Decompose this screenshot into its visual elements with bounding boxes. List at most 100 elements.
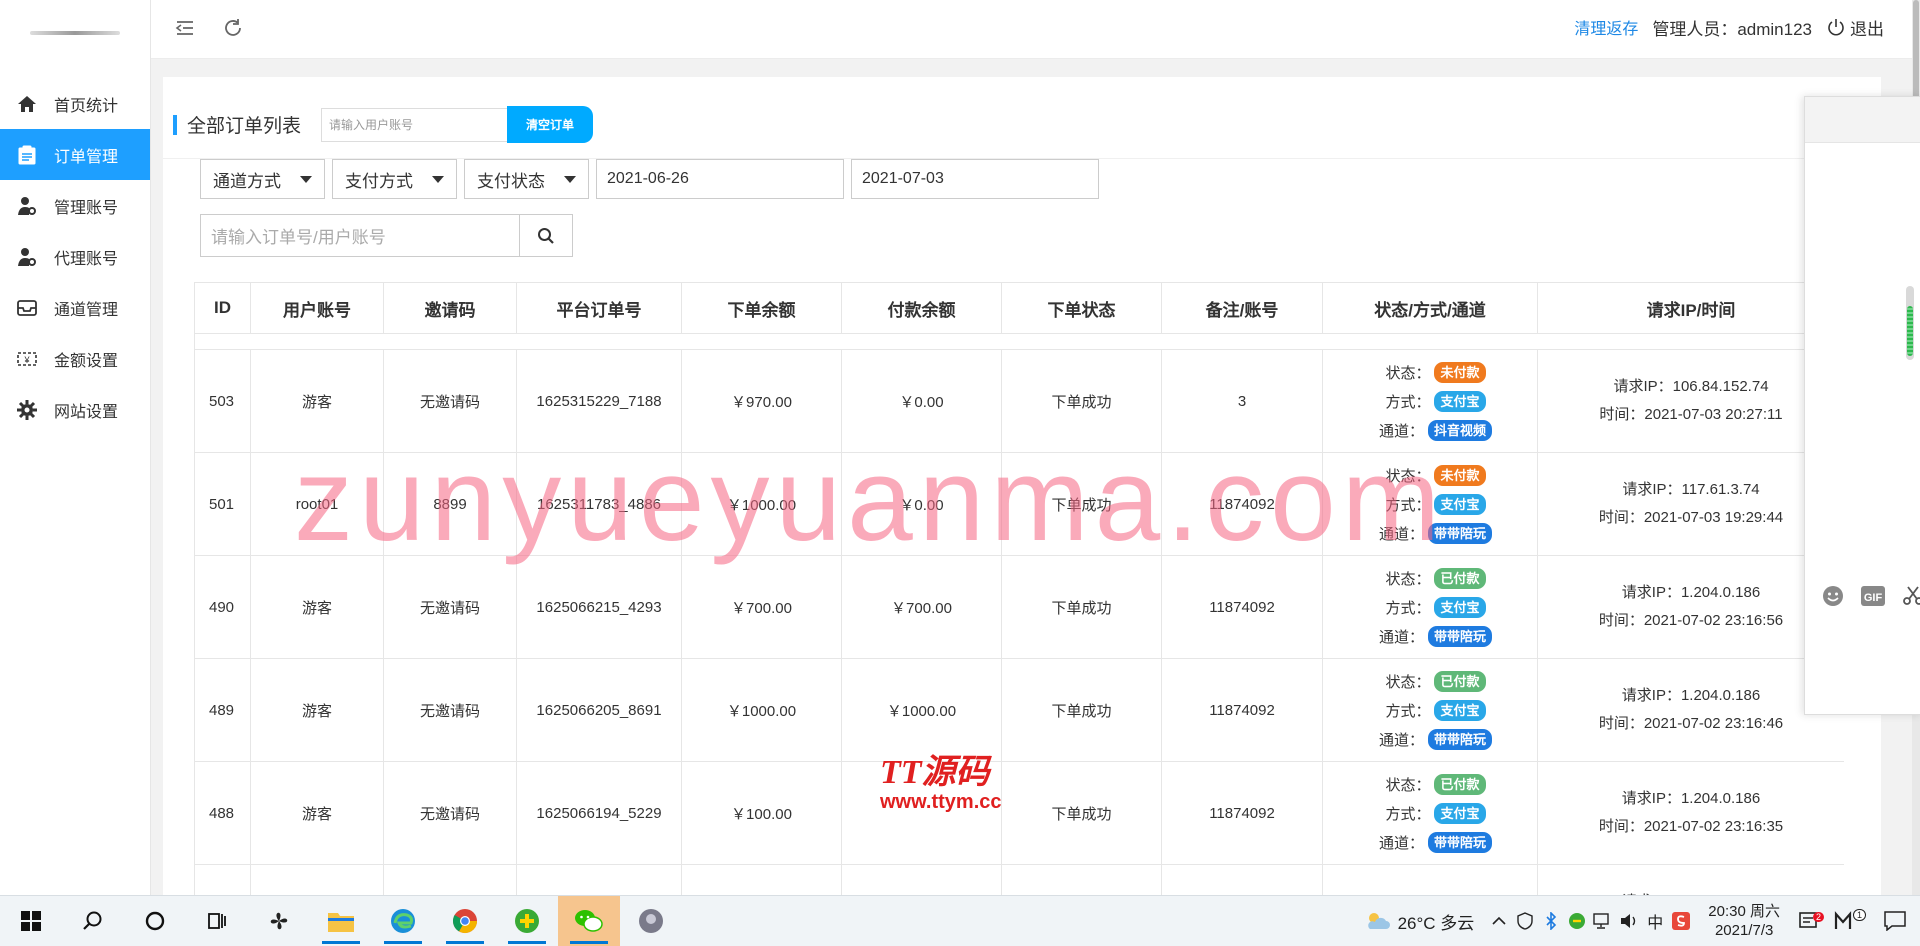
edge-browser-icon[interactable] — [372, 896, 434, 946]
cell-order-no: 1625066194_5229 — [516, 761, 682, 865]
sidebar-item-label: 网站设置 — [54, 403, 119, 421]
search-button[interactable] — [520, 214, 573, 257]
taskbar-clock[interactable]: 20:30 周六 2021/7/3 — [1708, 902, 1780, 940]
file-explorer-icon[interactable] — [310, 896, 372, 946]
action-center-icon[interactable] — [1870, 911, 1920, 931]
refresh-icon[interactable] — [219, 14, 247, 42]
m-app-tray-icon[interactable]: 1 — [1826, 909, 1870, 931]
column-header: 请求IP/时间 — [1537, 282, 1844, 334]
pinwheel-app-icon[interactable] — [248, 896, 310, 946]
cell-order-status: 下单成功 — [1001, 658, 1162, 762]
weather-widget[interactable]: 26°C 多云 — [1364, 909, 1474, 934]
chat-side-panel: GIF — [1804, 96, 1920, 715]
status-key: 状态： — [1385, 364, 1431, 382]
cell-status-method-channel: 状态： 未付款 方式： 支付宝 通道： 带带陪玩 — [1322, 452, 1538, 556]
logout-button[interactable]: 退出 — [1826, 15, 1884, 40]
cortana-icon[interactable] — [124, 896, 186, 946]
clear-cache-link[interactable]: 清理返存 — [1574, 15, 1638, 39]
sidebar-item-2[interactable]: 管理账号 — [0, 180, 150, 231]
scissors-icon[interactable] — [1893, 582, 1920, 610]
orders-table-wrap: ID 用户账号 邀请码 平台订单号 下单余额 付款余额 下单状态 备注/账号 状态/方式/通道请… — [194, 282, 1844, 895]
method-badge: 支付宝 — [1434, 699, 1486, 721]
cell-invite: 无邀请码 — [383, 658, 517, 762]
cell-ip-time: 请求IP：117.61.3.74 时间：2021-07-03 19:29:44 — [1537, 452, 1844, 556]
sidebar-item-4[interactable]: 通道管理 — [0, 282, 150, 333]
inbox-icon — [16, 297, 38, 319]
volume-icon[interactable] — [1616, 913, 1642, 929]
cell-remark: 11874092 — [1161, 658, 1323, 762]
cell-paid-amount: ￥1000.00 — [841, 658, 1002, 762]
cell-paid-amount — [841, 761, 1002, 865]
windows-start-icon[interactable] — [0, 896, 62, 946]
sync-tray-icon[interactable] — [1564, 912, 1590, 930]
taskbar-search-icon[interactable] — [62, 896, 124, 946]
cell-order-status: 下单成功 — [1001, 555, 1162, 659]
bluetooth-icon[interactable] — [1538, 912, 1564, 930]
cell-user: 游客 — [250, 658, 384, 762]
shield-tray-icon[interactable] — [1512, 912, 1538, 930]
pay-method-select-value: 支付方式 — [345, 171, 413, 191]
chat-scrollbar[interactable] — [1906, 286, 1914, 360]
pay-status-select[interactable]: 支付状态 — [464, 159, 589, 199]
method-badge: 支付宝 — [1434, 390, 1486, 412]
method-badge: 支付宝 — [1434, 802, 1486, 824]
request-time: 时间：2021-07-02 23:16:35 — [1598, 818, 1784, 835]
channel-select[interactable]: 通道方式 — [200, 159, 325, 199]
order-search-input[interactable]: 请输入订单号/用户账号 — [200, 214, 520, 257]
column-header: 平台订单号 — [516, 282, 682, 334]
sidebar-item-3[interactable]: 代理账号 — [0, 231, 150, 282]
cell-invite: 无邀请码 — [383, 761, 517, 865]
cell-invite: 无邀请码 — [383, 555, 517, 659]
cell-order-status — [1001, 864, 1162, 895]
channel-badge: 带带陪玩 — [1427, 625, 1492, 647]
status-key: 状态： — [1385, 467, 1431, 485]
cell-ip-time: 请求IP：1.204.0.186 时间：2021-07-02 23:16:56 — [1537, 555, 1844, 659]
channel-key: 通道： — [1378, 422, 1424, 440]
request-ip: 请求IP：117.61.3.74 — [1622, 481, 1760, 498]
method-badge: 支付宝 — [1434, 596, 1486, 618]
s-app-tray-icon[interactable] — [1668, 911, 1694, 931]
user-account-input[interactable]: 请输入用户账号 — [321, 107, 508, 142]
date-from-input[interactable]: 2021-06-26 — [596, 159, 844, 199]
network-icon[interactable] — [1590, 913, 1616, 929]
plus-app-icon[interactable] — [496, 896, 558, 946]
sidebar-nav: 首页统计 订单管理 管理账号代理账号通道管理 ¥ 金额设置网站设置 — [0, 78, 150, 435]
cloud-icon — [1367, 913, 1390, 929]
channel-key: 通道： — [1378, 834, 1424, 852]
request-time: 时间：2021-07-02 23:16:46 — [1598, 715, 1784, 732]
gif-icon[interactable]: GIF — [1853, 582, 1893, 610]
collapse-menu-icon[interactable] — [171, 14, 199, 42]
notification-badge: 2 — [1812, 912, 1824, 922]
top-header: 清理返存 管理人员：admin123 退出 — [151, 0, 1920, 59]
chrome-browser-icon[interactable] — [434, 896, 496, 946]
ime-indicator[interactable]: 中 — [1642, 909, 1668, 933]
request-ip: 请求IP：1.204.0.186 — [1538, 888, 1844, 895]
pay-method-select[interactable]: 支付方式 — [332, 159, 457, 199]
channel-badge: 抖音视频 — [1427, 419, 1492, 441]
cell-order-no: 1625315229_7188 — [516, 349, 682, 453]
chevron-up-icon[interactable] — [1486, 916, 1512, 926]
cell-status-method-channel: 状态： 已付款 方式： 支付宝 通道： 带带陪玩 — [1322, 658, 1538, 762]
sidebar-item-1[interactable]: 订单管理 — [0, 129, 150, 180]
table-header-row: ID 用户账号 邀请码 平台订单号 下单余额 付款余额 下单状态 备注/账号 状态/方式/通道请… — [194, 282, 1844, 334]
column-header: 下单状态 — [1001, 282, 1162, 334]
search-icon — [538, 227, 554, 244]
wechat-icon[interactable] — [558, 896, 620, 946]
sidebar-item-0[interactable]: 首页统计 — [0, 78, 150, 129]
cell-ip-time: 请求IP：1.204.0.186 时间：2021-07-02 23:16:46 — [1537, 658, 1844, 762]
sidebar-item-6[interactable]: 网站设置 — [0, 384, 150, 435]
request-ip: 请求IP：1.204.0.186 — [1621, 584, 1761, 601]
date-to-input[interactable]: 2021-07-03 — [851, 159, 1099, 199]
sidebar-item-label: 代理账号 — [54, 250, 119, 268]
emoji-icon[interactable] — [1813, 582, 1853, 610]
status-key: 状态： — [1385, 776, 1431, 794]
clear-orders-button[interactable]: 清空订单 — [507, 106, 594, 143]
avatar-app-icon[interactable] — [620, 896, 682, 946]
cell-invite: 无邀请码 — [383, 349, 517, 453]
request-time: 时间：2021-07-03 19:29:44 — [1598, 509, 1784, 526]
request-ip: 请求IP：106.84.152.74 — [1613, 378, 1769, 395]
request-time: 时间：2021-07-02 23:16:56 — [1598, 612, 1784, 629]
sidebar-item-5[interactable]: ¥ 金额设置 — [0, 333, 150, 384]
task-view-icon[interactable] — [186, 896, 248, 946]
notification-app-icon[interactable]: 2 — [1792, 912, 1826, 930]
